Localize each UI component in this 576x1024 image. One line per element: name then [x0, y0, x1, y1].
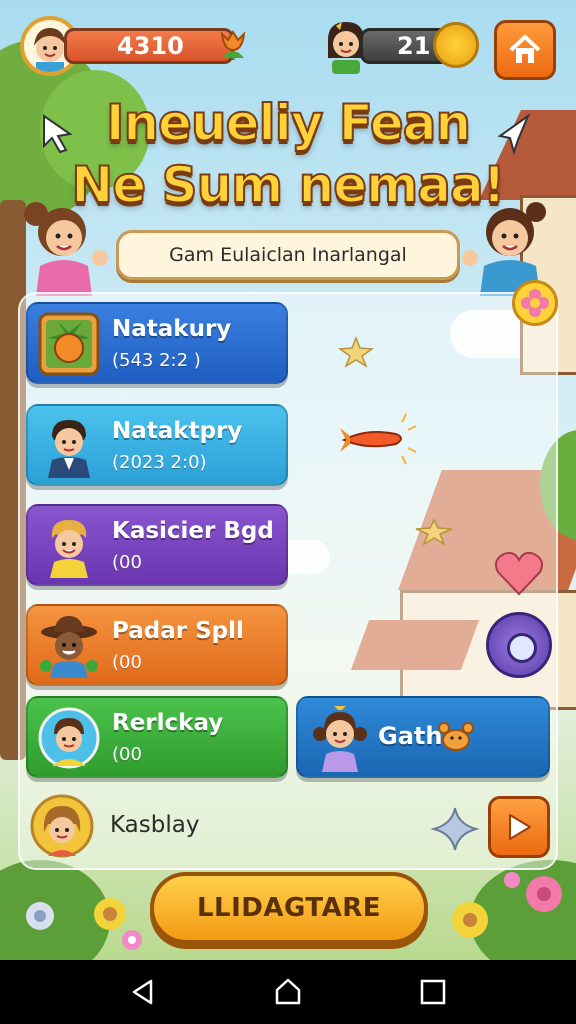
main-action-label: LLIDAGTARE [196, 893, 382, 923]
last-row-title: Kasblay [110, 812, 200, 838]
kid-avatar-icon [38, 707, 100, 769]
level-card-3[interactable]: Kasicier Bgd (00 [26, 504, 288, 586]
nav-recents-button[interactable] [413, 972, 453, 1012]
system-nav-bar [0, 960, 576, 1024]
star-small-icon [415, 518, 453, 546]
star-icon [338, 336, 374, 368]
card-title: Nataktpry [112, 418, 243, 444]
subtitle-banner: Gam Eulaiclan Inarlangal [116, 230, 460, 280]
title-line-1: Ineueliy Fean [105, 93, 472, 153]
boy-avatar-icon [48, 420, 90, 478]
card-title: Rerlckay [112, 710, 224, 736]
level-card-4[interactable]: Padar Spll (00 [26, 604, 288, 686]
crab-icon [438, 722, 474, 751]
card-title: Kasicier Bgd [112, 518, 274, 544]
home-pentagon-icon [275, 978, 301, 1005]
level-card-1[interactable]: Natakury (​543 2:2 ) [26, 302, 288, 384]
subtitle-text: Gam Eulaiclan Inarlangal [169, 244, 407, 266]
main-action-button[interactable]: LLIDAGTARE [150, 872, 428, 944]
tulip-icon [220, 30, 246, 60]
top-hud: 4310 21 [0, 14, 576, 84]
card-title: Padar Spll [112, 618, 244, 644]
gath-title: Gath [378, 722, 443, 750]
girl-pigtails-avatar-icon [313, 706, 367, 772]
level-card-2[interactable]: Nataktpry (2023 2:0) [26, 404, 288, 486]
nav-back-button[interactable] [123, 972, 163, 1012]
flowers-left [26, 898, 142, 950]
home-icon [509, 35, 541, 63]
sun-coin-icon [433, 22, 479, 68]
blond-kid-avatar-icon [50, 520, 88, 578]
card-title: Natakury [112, 316, 232, 342]
card-subtitle: (00 [112, 552, 142, 573]
disc-button[interactable] [486, 612, 552, 678]
recents-square-icon [421, 979, 446, 1005]
card-subtitle: (00 [112, 744, 142, 765]
play-icon [509, 814, 531, 840]
play-button[interactable] [488, 796, 550, 858]
coin-counter: 4310 [64, 28, 234, 64]
card-subtitle: (2023 2:0) [112, 452, 207, 473]
flower-button[interactable] [512, 280, 558, 326]
fruit-icon [38, 312, 100, 376]
level-card-5[interactable]: Rerlckay (00 [26, 696, 288, 778]
flower-icon [521, 289, 549, 317]
nav-home-button[interactable] [268, 972, 308, 1012]
heart-icon[interactable] [494, 550, 544, 596]
card-subtitle: (00 [112, 652, 142, 673]
rocket-icon [340, 413, 417, 465]
home-button[interactable] [494, 20, 556, 80]
coin-value: 4310 [117, 32, 184, 60]
flowers-right [452, 872, 562, 938]
cowboy-avatar-icon [40, 616, 98, 678]
gath-card[interactable]: Gath [296, 696, 550, 778]
girl-avatar-icon [30, 794, 94, 858]
sparkle-icon [430, 807, 480, 851]
card-subtitle: (​543 2:2 ) [112, 350, 201, 371]
back-triangle-icon [132, 979, 152, 1005]
gem-value: 21 [397, 32, 431, 60]
last-level-row[interactable]: Kasblay [26, 790, 326, 862]
girl-character-left [24, 202, 108, 296]
